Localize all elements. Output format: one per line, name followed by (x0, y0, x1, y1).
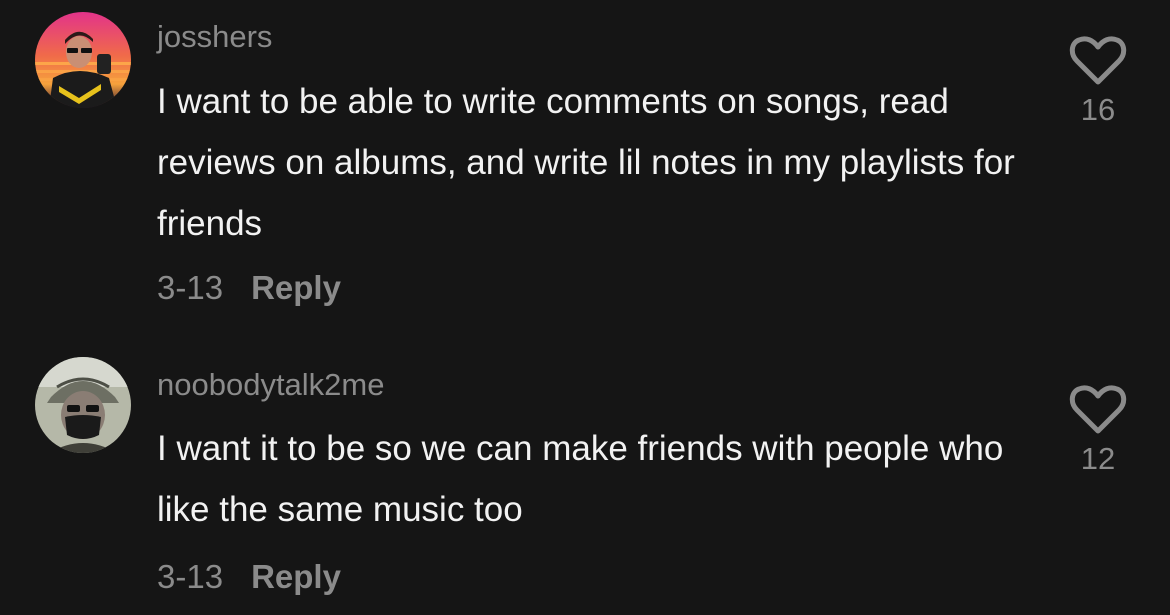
comment-meta: 3-13 Reply (157, 558, 341, 596)
reply-button[interactable]: Reply (251, 269, 341, 307)
reply-button[interactable]: Reply (251, 558, 341, 596)
comment-username[interactable]: josshers (157, 19, 272, 55)
user-avatar-icon (35, 12, 131, 108)
comment-date: 3-13 (157, 558, 224, 595)
like-button[interactable]: 12 (1060, 385, 1136, 477)
avatar[interactable] (35, 12, 131, 108)
comment-date: 3-13 (157, 269, 224, 306)
comment-text: I want it to be so we can make friends w… (157, 429, 1004, 529)
like-count: 16 (1080, 92, 1116, 127)
heart-outline-icon (1069, 385, 1127, 434)
like-count: 12 (1080, 441, 1116, 476)
comment-username[interactable]: noobodytalk2me (157, 367, 385, 403)
comment-text: I want to be able to write comments on s… (157, 82, 1015, 243)
comment-list: josshers I want to be able to write comm… (0, 0, 1170, 615)
user-avatar-icon (35, 357, 131, 453)
avatar[interactable] (35, 357, 131, 453)
comment-meta: 3-13 Reply (157, 269, 341, 307)
heart-outline-icon (1069, 36, 1127, 85)
like-button[interactable]: 16 (1060, 36, 1136, 128)
